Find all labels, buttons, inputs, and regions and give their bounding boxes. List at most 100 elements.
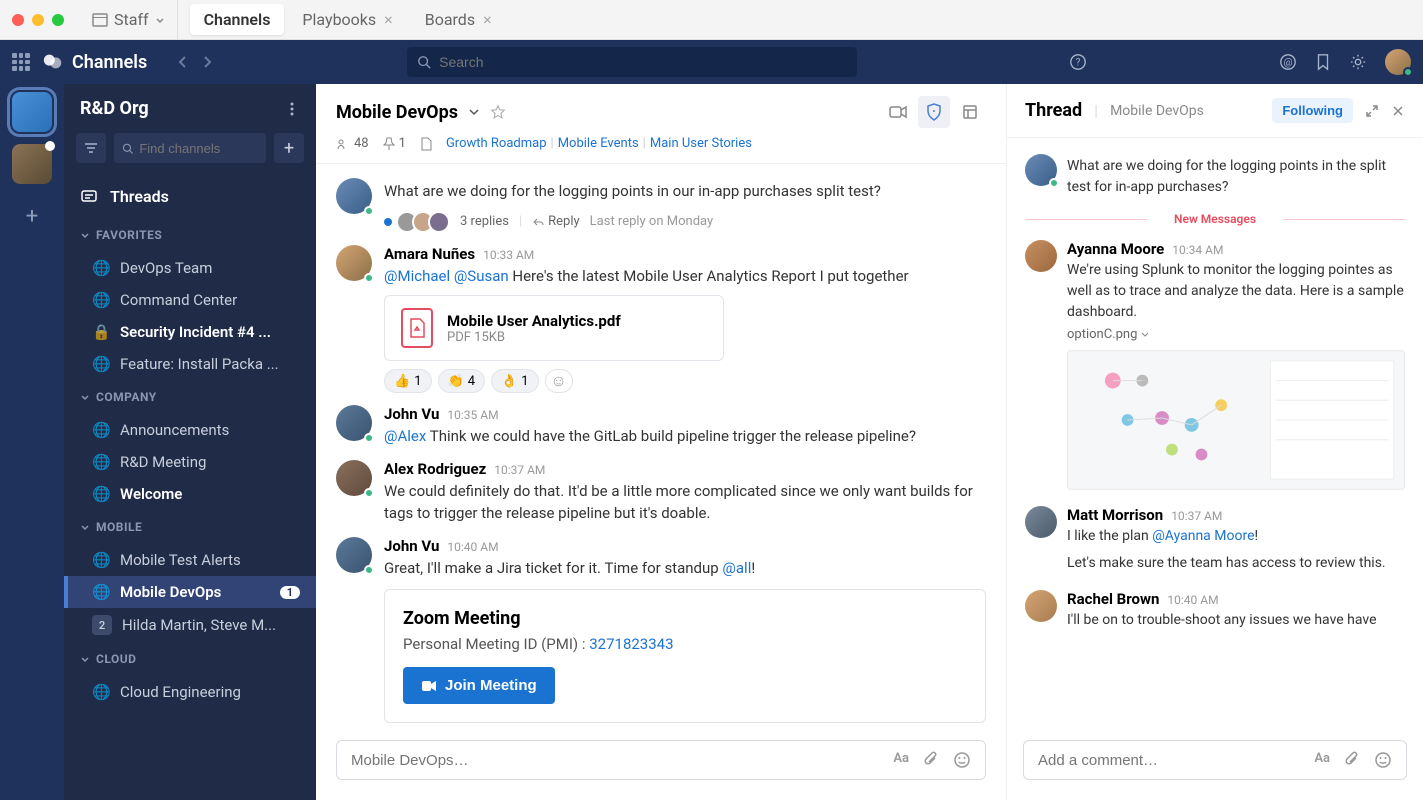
message-author[interactable]: Matt Morrison	[1067, 506, 1163, 524]
add-server-button[interactable]: +	[12, 196, 52, 236]
help-icon[interactable]: ?	[1069, 53, 1087, 71]
message-author[interactable]: Amara Nuñes	[384, 245, 475, 263]
channel-link[interactable]: Mobile Events	[558, 136, 639, 151]
add-reaction-button[interactable]: ☺	[545, 369, 573, 393]
section-header-favorites[interactable]: FAVORITES	[64, 218, 316, 252]
sidebar-item-security-incident[interactable]: 🔒Security Incident #4 ...	[64, 316, 316, 348]
pinned-count[interactable]: 1	[383, 136, 406, 151]
sidebar-item-welcome[interactable]: 🌐Welcome	[64, 478, 316, 510]
emoji-icon[interactable]	[1374, 751, 1392, 769]
user-avatar[interactable]	[1385, 49, 1411, 75]
maximize-window[interactable]	[52, 14, 64, 26]
staff-menu[interactable]: Staff	[80, 0, 178, 39]
message-author[interactable]: John Vu	[384, 537, 439, 555]
mention[interactable]: @Susan	[454, 267, 509, 285]
image-caption[interactable]: optionC.png	[1067, 327, 1405, 342]
expand-icon[interactable]	[1365, 104, 1379, 118]
forward-arrow-icon[interactable]	[199, 54, 215, 70]
thread-compose-box[interactable]: Aa	[1023, 740, 1407, 780]
more-icon[interactable]	[284, 101, 300, 117]
avatar[interactable]	[336, 537, 372, 573]
avatar[interactable]	[336, 245, 372, 281]
shield-button[interactable]	[918, 96, 950, 128]
close-icon[interactable]	[1391, 104, 1405, 118]
message-author[interactable]: Alex Rodriguez	[384, 460, 486, 478]
channel-name[interactable]: Mobile DevOps	[336, 102, 458, 123]
sidebar-item-dm-hilda[interactable]: 2Hilda Martin, Steve M...	[64, 608, 316, 642]
minimize-window[interactable]	[32, 14, 44, 26]
section-header-mobile[interactable]: MOBILE	[64, 510, 316, 544]
reply-button[interactable]: Reply	[532, 214, 580, 229]
sidebar-item-mobile-test-alerts[interactable]: 🌐Mobile Test Alerts	[64, 544, 316, 576]
find-channels[interactable]	[114, 133, 266, 163]
avatar[interactable]	[336, 460, 372, 496]
attached-image[interactable]	[1067, 350, 1405, 490]
files-button[interactable]	[420, 137, 432, 151]
message-author[interactable]: John Vu	[384, 405, 439, 423]
formatting-button[interactable]: Aa	[1314, 751, 1330, 769]
apps-grid-icon[interactable]	[12, 53, 30, 71]
back-arrow-icon[interactable]	[175, 54, 191, 70]
reaction[interactable]: 👌1	[491, 369, 539, 393]
mentions-icon[interactable]: @	[1279, 53, 1297, 71]
global-search[interactable]	[407, 47, 857, 77]
avatar[interactable]	[1025, 590, 1057, 622]
bookmark-icon[interactable]	[1315, 53, 1331, 71]
avatar[interactable]	[1025, 506, 1057, 538]
meeting-id-link[interactable]: 3271823343	[589, 635, 673, 653]
server-tile-2[interactable]	[12, 144, 52, 184]
mention[interactable]: @all	[722, 559, 751, 577]
tab-playbooks[interactable]: Playbooks×	[288, 4, 406, 35]
thread-subtitle[interactable]: Mobile DevOps	[1110, 103, 1204, 119]
avatar[interactable]	[1025, 154, 1057, 186]
thread-participants[interactable]	[402, 211, 450, 233]
sidebar-item-cloud-engineering[interactable]: 🌐Cloud Engineering	[64, 676, 316, 708]
compose-input[interactable]	[351, 752, 893, 769]
avatar[interactable]	[1025, 240, 1057, 272]
close-icon[interactable]: ×	[483, 10, 492, 29]
attachment-icon[interactable]	[923, 751, 939, 769]
search-input[interactable]	[439, 54, 847, 70]
close-window[interactable]	[12, 14, 24, 26]
join-meeting-button[interactable]: Join Meeting	[403, 667, 555, 704]
avatar[interactable]	[336, 405, 372, 441]
gear-icon[interactable]	[1349, 53, 1367, 71]
sidebar-item-feature-install[interactable]: 🌐Feature: Install Packa ...	[64, 348, 316, 380]
file-attachment[interactable]: Mobile User Analytics.pdf PDF 15KB	[384, 295, 724, 361]
avatar[interactable]	[336, 178, 372, 214]
section-header-cloud[interactable]: CLOUD	[64, 642, 316, 676]
boards-button[interactable]	[954, 96, 986, 128]
sidebar-item-mobile-devops[interactable]: 🌐Mobile DevOps1	[64, 576, 316, 608]
video-call-button[interactable]	[882, 96, 914, 128]
brand[interactable]: Channels	[42, 51, 147, 73]
threads-link[interactable]: Threads	[64, 175, 316, 218]
org-name[interactable]: R&D Org	[80, 98, 149, 119]
reaction[interactable]: 👍1	[384, 369, 432, 393]
sidebar-item-command-center[interactable]: 🌐Command Center	[64, 284, 316, 316]
following-button[interactable]: Following	[1272, 98, 1353, 123]
mention[interactable]: @Michael	[384, 267, 450, 285]
tab-channels[interactable]: Channels	[190, 4, 285, 35]
server-tile-1[interactable]	[12, 92, 52, 132]
attachment-icon[interactable]	[1344, 751, 1360, 769]
tab-boards[interactable]: Boards×	[411, 4, 506, 35]
reaction[interactable]: 👏4	[438, 369, 486, 393]
reply-count[interactable]: 3 replies	[460, 214, 509, 229]
sidebar-item-announcements[interactable]: 🌐Announcements	[64, 414, 316, 446]
section-header-company[interactable]: COMPANY	[64, 380, 316, 414]
add-channel-button[interactable]: +	[274, 133, 304, 163]
find-channels-input[interactable]	[139, 141, 258, 156]
mention[interactable]: @Alex	[384, 427, 426, 445]
chevron-down-icon[interactable]	[468, 106, 480, 118]
thread-compose-input[interactable]	[1038, 752, 1314, 769]
star-icon[interactable]	[490, 104, 506, 120]
formatting-button[interactable]: Aa	[893, 751, 909, 769]
mention[interactable]: @Ayanna Moore	[1152, 528, 1254, 544]
close-icon[interactable]: ×	[384, 10, 393, 29]
message-author[interactable]: Ayanna Moore	[1067, 240, 1164, 258]
sidebar-item-rd-meeting[interactable]: 🌐R&D Meeting	[64, 446, 316, 478]
channel-link[interactable]: Main User Stories	[650, 136, 752, 151]
emoji-icon[interactable]	[953, 751, 971, 769]
channel-link[interactable]: Growth Roadmap	[446, 136, 547, 151]
sidebar-item-devops-team[interactable]: 🌐DevOps Team	[64, 252, 316, 284]
